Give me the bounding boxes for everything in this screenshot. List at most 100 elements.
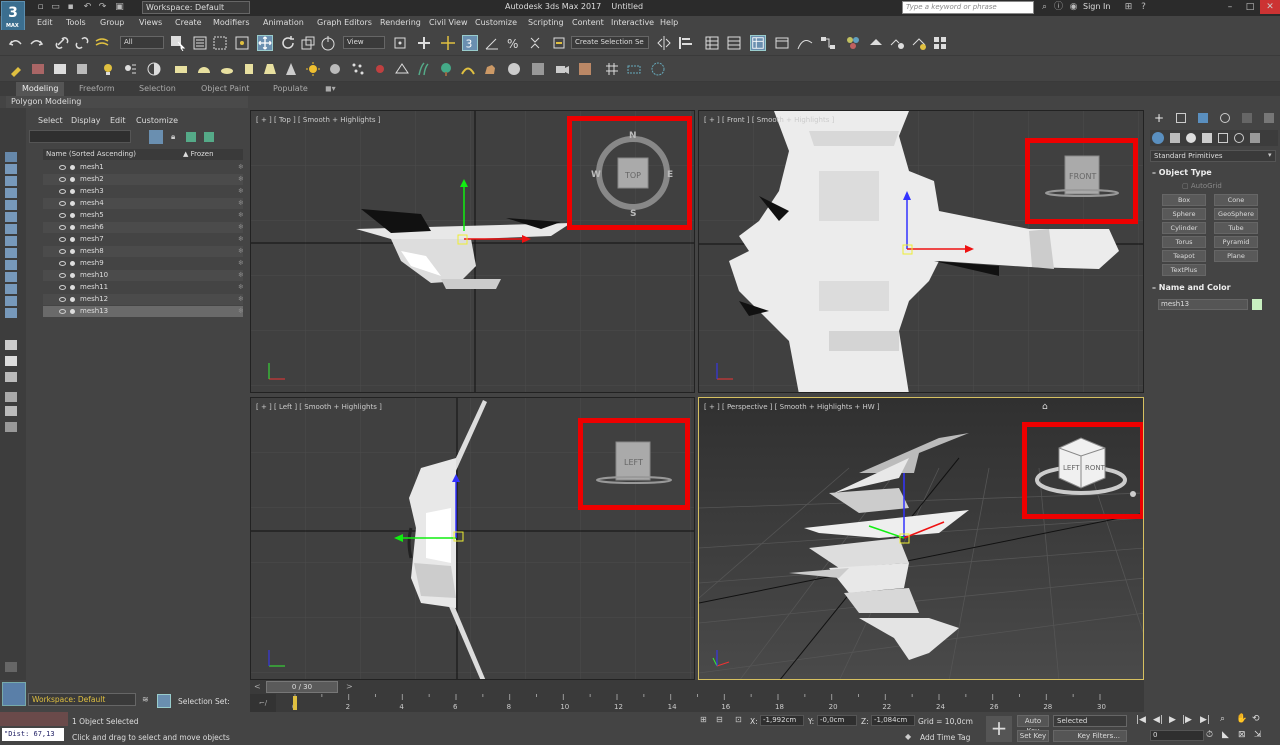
renderable-icon[interactable]	[70, 213, 75, 218]
cone-icon[interactable]	[283, 61, 299, 77]
zoom-icon[interactable]: ⌕	[1220, 714, 1225, 724]
menu-civil-view[interactable]: Civil View	[429, 18, 468, 27]
select-manipulate-icon[interactable]	[416, 35, 432, 51]
select-object-icon[interactable]	[170, 35, 186, 51]
list-item[interactable]: mesh9 ❄	[43, 258, 244, 269]
selection-set-icon[interactable]	[157, 694, 171, 708]
hair-icon[interactable]	[416, 61, 432, 77]
display-lights-icon[interactable]	[5, 188, 17, 198]
frozen-icon[interactable]: ❄	[238, 222, 244, 233]
sync-selection-icon[interactable]	[204, 132, 214, 142]
viewport-left[interactable]: [ + ] [ Left ] [ Smooth + Highlights ] L…	[250, 397, 695, 680]
grid-object-icon[interactable]	[626, 61, 642, 77]
search-icon[interactable]: ⌕	[1039, 2, 1050, 13]
display-cameras-icon[interactable]	[5, 200, 17, 210]
horse-icon[interactable]	[482, 61, 498, 77]
save-icon[interactable]: ▪	[65, 2, 76, 13]
menu-group[interactable]: Group	[100, 18, 124, 27]
textplus-button[interactable]: TextPlus	[1162, 264, 1206, 276]
list-item[interactable]: mesh5 ❄	[43, 210, 244, 221]
camera-icon[interactable]	[554, 61, 570, 77]
display-tab-icon[interactable]	[1242, 113, 1252, 123]
visibility-eye-icon[interactable]	[59, 285, 66, 290]
texture-icon[interactable]	[577, 61, 593, 77]
layers-stack-icon[interactable]: ≋	[142, 695, 154, 707]
new-icon[interactable]: ▫	[35, 2, 46, 13]
spacewarps-icon[interactable]	[1234, 133, 1244, 143]
layers-icon[interactable]	[5, 372, 17, 382]
menu-scripting[interactable]: Scripting	[528, 18, 564, 27]
list-item[interactable]: mesh7 ❄	[43, 234, 244, 245]
sort-icon[interactable]	[5, 340, 17, 350]
open-icon[interactable]: ▭	[50, 2, 61, 13]
explorer-menu-select[interactable]: Select	[38, 116, 63, 125]
list-item[interactable]: mesh3 ❄	[43, 186, 244, 197]
utilities-tab-icon[interactable]	[1264, 113, 1274, 123]
frozen-icon[interactable]: ❄	[238, 258, 244, 269]
selection-lock-icon[interactable]: ⊟	[716, 715, 726, 725]
align-icon[interactable]	[678, 35, 694, 51]
shapes-icon[interactable]	[1170, 133, 1180, 143]
explorer-menu-customize[interactable]: Customize	[136, 116, 178, 125]
explorer-menu-edit[interactable]: Edit	[110, 116, 126, 125]
prev-frame-icon[interactable]: ◀|	[1153, 715, 1163, 725]
renderable-icon[interactable]	[70, 237, 75, 242]
exposure-icon[interactable]	[146, 61, 162, 77]
menu-create[interactable]: Create	[175, 18, 202, 27]
rendered-frame-window-icon[interactable]	[889, 35, 905, 51]
undo-icon[interactable]	[8, 35, 24, 51]
menu-modifiers[interactable]: Modifiers	[213, 18, 250, 27]
teapot-button[interactable]: Teapot	[1162, 250, 1206, 262]
scene-icon[interactable]	[30, 61, 46, 77]
workspace-status-dropdown[interactable]: Workspace: Default	[28, 693, 136, 706]
frozen-icon[interactable]: ❄	[238, 186, 244, 197]
select-and-rotate-icon[interactable]	[280, 35, 296, 51]
time-slider-thumb[interactable]: 0 / 30	[266, 681, 338, 693]
material-editor-icon[interactable]	[845, 35, 861, 51]
ribbon-toggle-icon[interactable]	[774, 35, 790, 51]
time-slider[interactable]: < 0 / 30 >	[250, 680, 1144, 694]
selection-filter-dropdown[interactable]: All	[120, 36, 164, 49]
info-icon[interactable]: ⓘ	[1053, 2, 1064, 13]
object-type-rollout-title[interactable]: – Object Type	[1152, 168, 1212, 177]
redo-icon[interactable]: ↷	[97, 2, 108, 13]
name-color-rollout-title[interactable]: – Name and Color	[1152, 283, 1231, 292]
play-icon[interactable]: ▶	[1169, 715, 1176, 725]
explorer-menu-display[interactable]: Display	[71, 116, 101, 125]
close-button[interactable]: ✕	[1260, 0, 1280, 14]
foliage-icon[interactable]	[438, 61, 454, 77]
pan-icon[interactable]: ✋	[1236, 714, 1247, 724]
x-coordinate-field[interactable]: -1,992cm	[760, 715, 804, 726]
display-containers-icon[interactable]	[5, 272, 17, 282]
rect-selection-region-icon[interactable]	[212, 35, 228, 51]
go-to-start-icon[interactable]: |◀	[1136, 715, 1146, 725]
frozen-icon[interactable]: ❄	[238, 294, 244, 305]
column-name-header[interactable]: Name (Sorted Ascending)	[46, 149, 136, 160]
display-groups-icon[interactable]	[5, 236, 17, 246]
dome-light-icon[interactable]	[196, 61, 212, 77]
sphere-button[interactable]: Sphere	[1162, 208, 1206, 220]
next-frame-icon[interactable]: |▶	[1182, 715, 1192, 725]
project-folder-icon[interactable]: ▣	[114, 2, 125, 13]
explorer-find-input[interactable]	[29, 130, 131, 143]
select-and-scale-icon[interactable]	[300, 35, 316, 51]
collapse-arrow-icon[interactable]	[5, 662, 17, 672]
ribbon-options-icon[interactable]: ◼▾	[325, 84, 336, 93]
workspace-dropdown[interactable]: Workspace: Default	[142, 1, 250, 14]
list-item[interactable]: mesh11 ❄	[43, 282, 244, 293]
curve-editor-icon[interactable]	[797, 35, 813, 51]
viewport-left-label[interactable]: [ + ] [ Left ] [ Smooth + Highlights ]	[256, 403, 382, 411]
menu-content[interactable]: Content	[572, 18, 604, 27]
filter-icon[interactable]	[5, 392, 17, 402]
mass-fx-icon[interactable]	[460, 61, 476, 77]
auto-key-button[interactable]: Auto Key	[1017, 715, 1049, 735]
cart-icon[interactable]: ⊞	[1123, 2, 1134, 13]
render-setup-icon[interactable]	[868, 35, 884, 51]
walk-through-icon[interactable]: ⇲	[1254, 730, 1262, 740]
tab-freeform[interactable]: Freeform	[79, 84, 115, 93]
visibility-eye-icon[interactable]	[59, 237, 66, 242]
keyboard-shortcut-icon[interactable]	[440, 35, 456, 51]
select-and-move-icon[interactable]	[257, 35, 273, 51]
list-item[interactable]: mesh12 ❄	[43, 294, 244, 305]
objects-icon[interactable]	[74, 61, 90, 77]
